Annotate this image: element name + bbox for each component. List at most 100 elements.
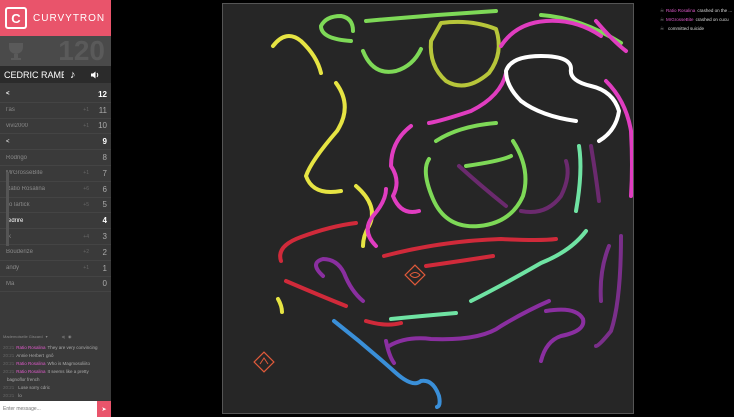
message-text: It seems like a pretty	[47, 369, 89, 374]
message-text: bagnoflor french	[7, 377, 40, 382]
trail-purple	[539, 307, 586, 363]
message-text: lo	[18, 393, 22, 398]
player-name: rk	[6, 234, 75, 240]
trail-mint	[389, 311, 458, 321]
player-name: redrire	[6, 217, 24, 224]
trail-violet	[457, 164, 508, 208]
trail-green	[464, 154, 513, 168]
eye-icon[interactable]: ◉	[68, 334, 72, 339]
player-name: <	[6, 91, 10, 98]
scoreboard-row: rk +4 3	[0, 229, 111, 245]
round-score: +1	[83, 265, 89, 272]
scoreboard-row: Rodrigo 8	[0, 150, 111, 166]
trail-red	[278, 221, 358, 263]
message-text: Lose sorry cdric	[18, 385, 51, 390]
feed-text: committed suicide	[668, 26, 705, 31]
chat-input[interactable]	[0, 401, 97, 417]
trail-red	[284, 279, 348, 308]
trail-red	[424, 254, 495, 268]
round-score: +2	[83, 249, 89, 256]
message-time: 20:21	[3, 361, 15, 366]
feed-event: ☠ MrGrosseBite crashed on cucu	[660, 15, 734, 24]
music-note-icon[interactable]: ♪	[70, 69, 76, 81]
message-time: 20:21	[3, 393, 15, 398]
scoreboard-row: andy +1 1	[0, 261, 111, 277]
total-score: 2	[102, 247, 107, 257]
player-name: Jo lartick	[6, 201, 30, 208]
chat-message: 20:21 Lose sorry cdric	[3, 384, 111, 392]
send-icon[interactable]: ➤	[97, 401, 111, 417]
chat-header[interactable]: Mademoiselle Giscard ▾ ◂) ◉	[0, 330, 111, 342]
player-name: Rodrigo	[6, 154, 28, 161]
total-score: 12	[98, 89, 107, 99]
message-text: They are very convincing	[47, 345, 98, 350]
trail-green	[364, 9, 498, 23]
total-score: 10	[98, 121, 107, 131]
player-name: CEDRIC RAME	[4, 69, 64, 80]
feed-player: Ratio Rosalina	[666, 8, 696, 13]
trail-green	[319, 14, 355, 43]
scoreboard: <12 l'as +1 11 vivi2000 +1 10 <9 Rodrigo 8 MrGross…	[0, 87, 111, 293]
bonus-icon	[253, 351, 275, 373]
speaker-icon[interactable]	[90, 70, 100, 80]
trail-green	[423, 139, 528, 229]
trail-magenta	[389, 124, 421, 214]
trail-olive	[428, 19, 501, 88]
total-score: 4	[102, 216, 107, 226]
scoreboard-scrollbar[interactable]	[6, 172, 9, 246]
trophy-icon	[9, 43, 23, 60]
scoreboard-row: Jo lartick +5 5	[0, 198, 111, 214]
trail-green	[434, 121, 498, 143]
round-score: +6	[83, 186, 89, 193]
trail-yellow	[304, 81, 347, 194]
player-name: MrGrosseBite	[6, 170, 43, 177]
total-score: 7	[102, 168, 107, 178]
total-score: 11	[98, 105, 107, 115]
scoreboard-row: redrire 4	[0, 213, 111, 230]
round-max-score: 120	[58, 35, 105, 66]
chat-room-name: Mademoiselle Giscard	[3, 333, 43, 339]
player-name: Bouderize	[6, 249, 34, 256]
message-author: Ratio Rosalina	[16, 345, 46, 350]
chat-message: bagnoflor french	[3, 376, 111, 384]
trail-yellow	[271, 34, 323, 75]
message-author: Annie Herbert	[16, 353, 45, 358]
feed-event: ☠ Ratio Rosalina crashed on the ...	[660, 6, 734, 15]
chat-message: 20:21 Ratio Rosalina Who is Magmosoliiito	[3, 360, 111, 368]
message-time: 20:21	[3, 353, 15, 358]
player-name: vivi2000	[6, 122, 29, 129]
total-score: 5	[102, 200, 107, 210]
game-arena[interactable]	[222, 3, 634, 414]
chat-message: 20:21 Ratio Rosalina It seems like a prett…	[3, 368, 111, 376]
scoreboard-row: vivi2000 +1 10	[0, 119, 111, 135]
brand-name: CURVYTRON	[33, 12, 106, 24]
player-name: Ma	[6, 280, 15, 287]
trail-white	[519, 99, 578, 123]
trail-magenta	[427, 71, 508, 125]
chevron-down-icon[interactable]: ▾	[46, 334, 48, 339]
score-panel: 120	[0, 35, 111, 66]
total-score: 8	[102, 153, 107, 163]
brand-header[interactable]: C CURVYTRON	[0, 0, 111, 36]
feed-text: crashed on cucu	[695, 17, 729, 22]
player-name: andy	[6, 265, 20, 272]
message-text: Who is Magmosoliiito	[47, 361, 91, 366]
round-score: +1	[83, 170, 89, 177]
sound-icon[interactable]: ◂)	[62, 334, 65, 339]
total-score: 6	[102, 184, 107, 194]
chat-message: 20:21 lo	[3, 392, 111, 400]
round-score: +1	[83, 107, 89, 114]
feed-event: ☠ committed suicide	[660, 24, 734, 33]
message-time: 20:21	[3, 385, 15, 390]
skull-icon: ☠	[660, 17, 665, 22]
trail-yellow	[276, 297, 284, 314]
scoreboard-row: Ratio Rosalina +6 6	[0, 182, 111, 198]
chat-message: 20:21 Ratio Rosalina They are very convinc…	[3, 344, 111, 352]
scoreboard-row: Ma 0	[0, 277, 111, 293]
trail-mint	[574, 144, 583, 213]
trail-purple	[387, 299, 551, 348]
trail-magenta	[365, 187, 388, 248]
trail-white	[504, 54, 621, 143]
trail-blue	[332, 319, 442, 409]
trail-violet	[598, 244, 611, 303]
